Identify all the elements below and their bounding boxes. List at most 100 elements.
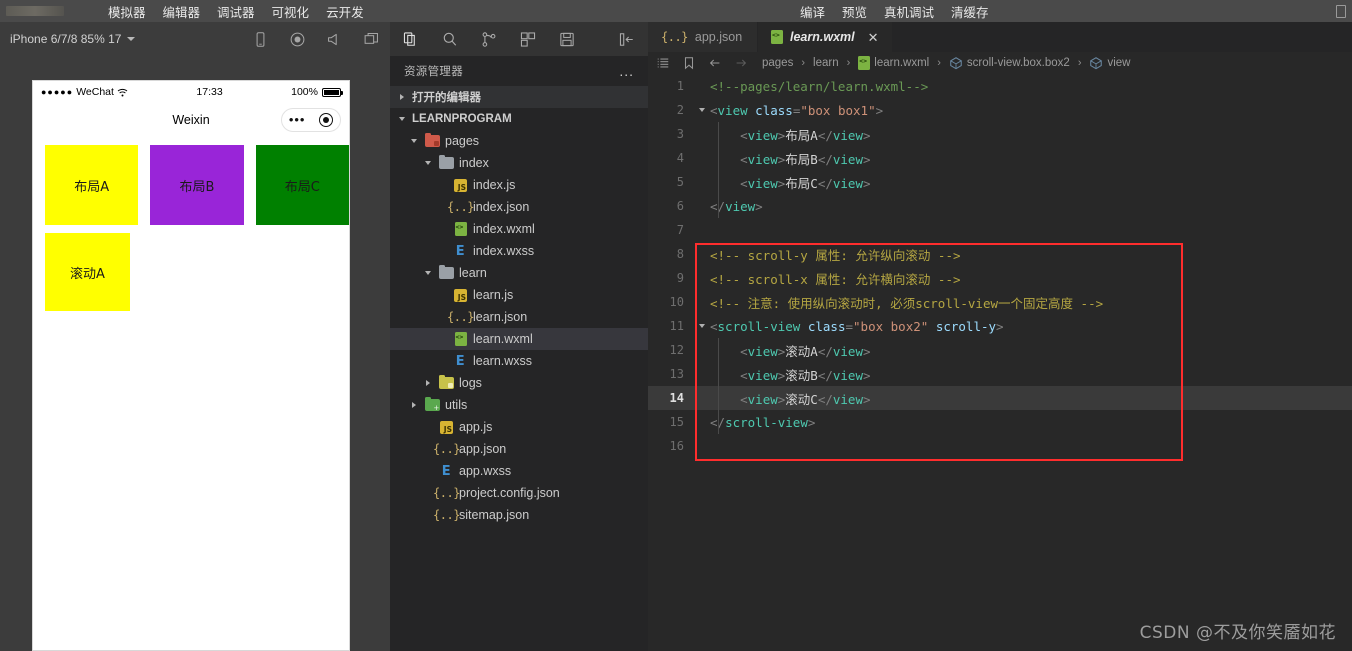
tree-folder-logs[interactable]: logs [390, 372, 648, 394]
code-line[interactable]: 14 <view>滚动C</view> [648, 386, 1352, 410]
phone-rotate-icon[interactable] [252, 31, 269, 48]
save-all-icon[interactable] [558, 30, 576, 49]
code-line[interactable]: 12 <view>滚动A</view> [648, 338, 1352, 362]
close-icon[interactable]: ✕ [868, 31, 879, 44]
block-label: 布局A [74, 179, 110, 195]
code-line[interactable]: 8 <!-- scroll-y 属性: 允许纵向滚动 --> [648, 242, 1352, 266]
line-number: 3 [676, 127, 684, 141]
menu-real-device-debug[interactable]: 真机调试 [884, 2, 934, 21]
breadcrumb-item-pages[interactable]: pages [762, 57, 793, 69]
capsule-button[interactable]: ••• [281, 108, 341, 132]
window-icon[interactable] [363, 31, 380, 48]
tree-file-index.js[interactable]: JS index.js [390, 174, 648, 196]
tree-file-learn.wxml[interactable]: learn.wxml [390, 328, 648, 350]
tree-folder-pages[interactable]: pages [390, 130, 648, 152]
menu-visualization[interactable]: 可视化 [272, 2, 310, 21]
breadcrumb-item-learn-wxml[interactable]: learn.wxml [858, 56, 929, 70]
code-text: <view>布局B</view> [740, 151, 871, 167]
back-arrow-icon[interactable] [708, 56, 722, 70]
code-line[interactable]: 5 <view>布局C</view> [648, 170, 1352, 194]
code-line[interactable]: 7 [648, 218, 1352, 242]
record-icon[interactable] [289, 31, 306, 48]
code-line[interactable]: 4 <view>布局B</view> [648, 146, 1352, 170]
outline-icon[interactable] [656, 56, 670, 70]
tree-file-sitemap.json[interactable]: {..} sitemap.json [390, 504, 648, 526]
phone-status-bar: ●●●●● WeChat 17:33 100% [33, 81, 349, 103]
forward-arrow-icon[interactable] [734, 56, 748, 70]
tree-file-learn.js[interactable]: JS learn.js [390, 284, 648, 306]
tree-file-learn.json[interactable]: {..} learn.json [390, 306, 648, 328]
search-icon[interactable] [441, 30, 459, 49]
device-selector[interactable]: iPhone 6/7/8 85% 17 [10, 32, 136, 46]
code-line[interactable]: 15 </scroll-view> [648, 410, 1352, 434]
file-tree: pagesindexJSindex.js{..}index.jsonindex.… [390, 130, 648, 526]
code-line[interactable]: 3 <view>布局A</view> [648, 122, 1352, 146]
menu-editor[interactable]: 编辑器 [163, 2, 201, 21]
tree-file-project.config.json[interactable]: {..} project.config.json [390, 482, 648, 504]
fold-chevron-down-icon[interactable] [694, 321, 710, 331]
menu-compile[interactable]: 编译 [800, 2, 825, 21]
tree-file-app.wxss[interactable]: Ǝapp.wxss [390, 460, 648, 482]
menu-simulator[interactable]: 模拟器 [108, 2, 146, 21]
volume-icon[interactable] [326, 31, 343, 48]
tree-item-label: index.wxml [473, 222, 535, 236]
tree-folder-utils[interactable]: utils [390, 394, 648, 416]
tree-file-index.wxss[interactable]: Ǝindex.wxss [390, 240, 648, 262]
menu-clear-cache[interactable]: 清缓存 [951, 2, 989, 21]
menu-debugger[interactable]: 调试器 [217, 2, 255, 21]
code-editor[interactable]: 1 <!--pages/learn/learn.wxml--> 2 <view cla… [648, 74, 1352, 651]
code-line[interactable]: 10 <!-- 注意: 使用纵向滚动时, 必须scroll-view一个固定高度 … [648, 290, 1352, 314]
extensions-icon[interactable] [519, 30, 537, 49]
tree-item-label: index.json [473, 200, 530, 214]
code-line[interactable]: 11 <scroll-view class="box box2" scroll-y… [648, 314, 1352, 338]
chevron-right-icon[interactable] [408, 402, 420, 408]
more-actions-icon[interactable]: ... [619, 63, 634, 79]
phone-preview[interactable]: ●●●●● WeChat 17:33 100% Weixin ••• 布局A 布… [32, 80, 350, 651]
app-logo-area [0, 6, 100, 16]
tree-file-app.js[interactable]: JS app.js [390, 416, 648, 438]
tree-file-learn.wxss[interactable]: Ǝlearn.wxss [390, 350, 648, 372]
source-control-icon[interactable] [480, 30, 498, 49]
breadcrumb-item-view[interactable]: view [1089, 56, 1131, 70]
chevron-down-icon[interactable] [422, 161, 434, 165]
code-line[interactable]: 16 [648, 434, 1352, 458]
code-line[interactable]: 6</view> [648, 194, 1352, 218]
code-line[interactable]: 1 <!--pages/learn/learn.wxml--> [648, 74, 1352, 98]
device-selector-label: iPhone 6/7/8 85% 17 [10, 32, 122, 46]
code-line[interactable]: 2 <view class="box box1"> [648, 98, 1352, 122]
chevron-down-icon[interactable] [422, 271, 434, 275]
tree-folder-index[interactable]: index [390, 152, 648, 174]
fold-chevron-down-icon[interactable] [694, 105, 710, 115]
bookmark-icon[interactable] [682, 56, 696, 70]
tree-item-label: index [459, 156, 489, 170]
collapse-panel-icon[interactable] [618, 30, 636, 49]
layout-b-block: 布局B [150, 145, 244, 225]
tree-file-index.json[interactable]: {..} index.json [390, 196, 648, 218]
menu-preview[interactable]: 预览 [842, 2, 867, 21]
box1-container: 布局A 布局B 布局C [33, 137, 349, 225]
chevron-right-icon[interactable] [422, 380, 434, 386]
section-learnprogram[interactable]: LEARNPROGRAM [390, 108, 648, 130]
json-file-icon: {..} [661, 30, 688, 44]
code-text: <!-- scroll-y 属性: 允许纵向滚动 --> [710, 247, 961, 263]
tree-file-app.json[interactable]: {..} app.json [390, 438, 648, 460]
code-line[interactable]: 13 <view>滚动B</view> [648, 362, 1352, 386]
layout-toggle-icon[interactable] [1336, 4, 1346, 18]
code-line[interactable]: 9 <!-- scroll-x 属性: 允许横向滚动 --> [648, 266, 1352, 290]
tree-folder-learn[interactable]: learn [390, 262, 648, 284]
section-label: LEARNPROGRAM [412, 113, 512, 125]
tree-file-index.wxml[interactable]: index.wxml [390, 218, 648, 240]
tab-learn-wxml[interactable]: learn.wxml ✕ [758, 22, 893, 52]
tab-app-json[interactable]: {..} app.json [648, 22, 758, 52]
carrier-label: WeChat [76, 86, 114, 98]
target-icon[interactable] [319, 113, 334, 127]
chevron-down-icon[interactable] [408, 139, 420, 143]
nav-title: Weixin [172, 113, 210, 127]
files-icon[interactable] [402, 30, 420, 49]
menu-cloud-dev[interactable]: 云开发 [326, 2, 364, 21]
box2-scroll-view[interactable]: 滚动A [33, 225, 349, 311]
code-text: <!-- scroll-x 属性: 允许横向滚动 --> [710, 271, 961, 287]
breadcrumb-item-learn[interactable]: learn [813, 57, 839, 69]
breadcrumb-item-scroll-view[interactable]: scroll-view.box.box2 [949, 56, 1070, 70]
section-open-editors[interactable]: 打开的编辑器 [390, 86, 648, 108]
